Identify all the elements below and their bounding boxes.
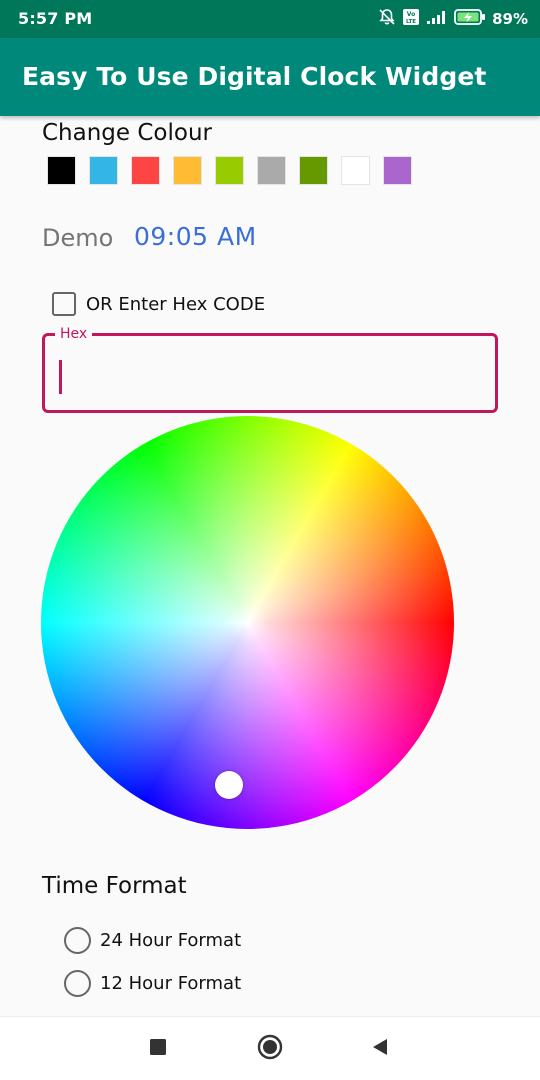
radio-button[interactable] (64, 970, 91, 997)
app-bar: Easy To Use Digital Clock Widget (0, 38, 540, 116)
time-format-title: Time Format (42, 873, 187, 899)
status-bar: 5:57 PM Vo LTE 89% (0, 0, 540, 38)
demo-time: 09:05 AM (134, 222, 257, 251)
text-cursor (59, 360, 62, 394)
colour-swatch[interactable] (173, 156, 202, 185)
svg-text:LTE: LTE (406, 19, 416, 25)
colour-swatch[interactable] (47, 156, 76, 185)
recents-button[interactable] (133, 1017, 183, 1080)
home-circle-icon (257, 1034, 283, 1064)
hex-field-label: Hex (55, 325, 93, 343)
home-button[interactable] (245, 1017, 295, 1080)
signal-icon (426, 9, 448, 29)
colour-swatch[interactable] (89, 156, 118, 185)
colour-swatch[interactable] (215, 156, 244, 185)
radio-button[interactable] (64, 927, 91, 954)
hex-code-checkbox-label: OR Enter Hex CODE (86, 293, 266, 315)
hex-field[interactable]: Hex (42, 325, 498, 413)
hex-input[interactable] (59, 356, 479, 396)
status-icons: Vo LTE 89% (378, 8, 528, 30)
color-wheel-handle[interactable] (215, 771, 243, 799)
svg-text:Vo: Vo (407, 11, 415, 18)
radio-12-hour[interactable]: 12 Hour Format (64, 970, 241, 997)
mute-bell-icon (378, 8, 396, 30)
colour-swatch[interactable] (341, 156, 370, 185)
app-title: Easy To Use Digital Clock Widget (22, 62, 487, 91)
hex-code-checkbox[interactable] (52, 292, 76, 316)
radio-24-hour[interactable]: 24 Hour Format (64, 927, 241, 954)
status-time: 5:57 PM (18, 9, 93, 28)
color-wheel[interactable] (41, 416, 454, 829)
hex-code-option[interactable]: OR Enter Hex CODE (52, 292, 265, 316)
navigation-bar (0, 1016, 540, 1080)
battery-percent: 89% (492, 10, 528, 28)
volte-icon: Vo LTE (402, 8, 420, 30)
change-colour-title: Change Colour (42, 120, 212, 146)
colour-swatch[interactable] (131, 156, 160, 185)
recents-square-icon (149, 1038, 167, 1060)
radio-24-hour-label: 24 Hour Format (100, 930, 242, 951)
radio-12-hour-label: 12 Hour Format (100, 973, 242, 994)
back-triangle-icon (371, 1038, 389, 1060)
demo-label: Demo (42, 224, 114, 252)
colour-swatch[interactable] (383, 156, 412, 185)
colour-swatch[interactable] (299, 156, 328, 185)
back-button[interactable] (355, 1017, 405, 1080)
battery-charging-icon (454, 8, 486, 30)
colour-swatch[interactable] (257, 156, 286, 185)
colour-swatches (47, 156, 412, 185)
